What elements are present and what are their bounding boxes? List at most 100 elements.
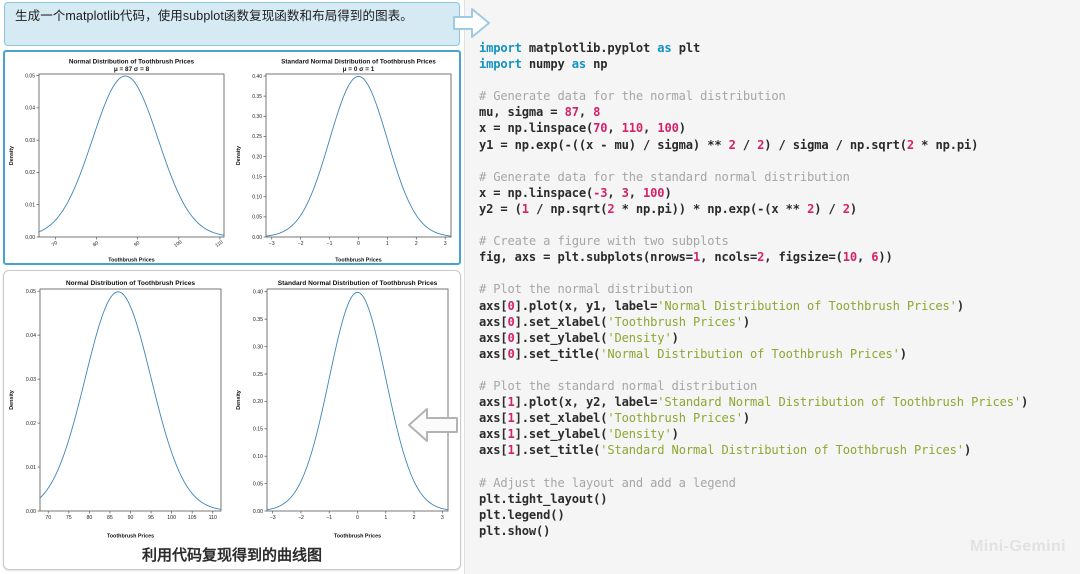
chart-title: Standard Normal Distribution of Toothbru… [281,59,436,66]
code-token: 'Toothbrush Prices' [607,314,743,329]
code-token: plt.tight_layout() [479,491,608,506]
y-axis-label: Density [236,146,242,165]
code-panel[interactable]: import matplotlib.pyplot as plt import n… [464,0,1080,574]
code-token: 'Standard Normal Distribution of Toothbr… [600,443,964,458]
x-tick-label: 80 [92,240,100,248]
y-tick-label: 0.00 [25,235,35,241]
code-token: # Generate data for the normal distribut… [479,89,786,104]
x-axis-label: Toothbrush Prices [108,258,154,264]
arrow-right-icon [452,6,492,45]
code-token: axs[ [479,298,508,313]
x-tick-label: −2 [298,241,304,247]
code-token: / [735,137,758,152]
code-token: ) [678,121,686,136]
y-tick-label: 0.02 [26,421,36,427]
code-token: ) / [814,201,843,216]
x-tick-label: 105 [188,515,197,521]
code-token: 1 [507,427,515,442]
y-tick-label: 0.25 [253,372,263,378]
chart-top-right: −3 −2 −1 0 1 2 3 0.00 0.05 0.10 0.15 0.20 0.25 0.30 0.… [236,59,452,263]
code-token: ) [899,346,907,361]
code-token: 1 [507,443,515,458]
code-token: ) [671,330,679,345]
x-tick-label: −2 [298,515,304,521]
code-token: ].set_xlabel( [514,314,608,329]
y-tick-label: 0.04 [26,333,36,339]
x-axis-label: Toothbrush Prices [107,534,154,540]
x-tick-label: 100 [173,239,183,249]
x-tick-label: 85 [107,515,113,521]
code-token: ].plot(x, y2, label= [514,395,658,410]
code-token: ) [849,201,858,216]
chart-title: Normal Distribution of Toothbrush Prices [66,280,196,287]
code-token: , [607,185,622,200]
chart-container-top-left: 70 80 90 100 110 0.00 0.01 0.02 0.03 0.04 0.05 Toot… [5,52,232,264]
y-tick-label: 0.15 [252,174,262,180]
code-token: 'Normal Distribution of Toothbrush Price… [657,298,957,313]
x-tick-label: 0 [356,515,359,521]
code-token: 'Density' [607,330,672,345]
code-token: axs[ [479,330,508,345]
prompt-bubble: 生成一个matplotlib代码，使用subplot函数复现函数和布局得到的图表… [4,2,460,46]
code-token: 1 [507,395,515,410]
code-token: 100 [643,185,665,200]
figure-caption: 利用代码复现得到的曲线图 [141,547,322,564]
code-token: , figsize=( [764,250,843,265]
code-token: x = np.linspace( [479,121,594,136]
code-token: ) [963,443,972,458]
code-token: 'Standard Normal Distribution of Toothbr… [657,395,1021,410]
code-token: ) [1020,395,1029,410]
code-token: * np.pi)) * np.exp(-(x ** [614,201,808,216]
code-token: 0 [507,298,515,313]
code-token: ].set_ylabel( [514,427,608,442]
x-tick-label: 75 [66,515,72,521]
reproduced-figure-panel: 70 75 80 85 90 95 100 105 110 0.00 0.01 0.02 0.03 0.0… [3,270,461,570]
code-token: plt [671,41,701,55]
code-token: , [578,105,594,120]
y-tick-label: 0.35 [253,317,263,323]
code-token: * np.pi) [914,137,979,152]
code-token: x = np.linspace( [479,185,594,200]
code-token: axs[ [479,443,508,458]
arrow-left-icon [405,405,460,450]
left-column: 生成一个matplotlib代码，使用subplot函数复现函数和布局得到的图表… [0,0,464,574]
code-token: ].set_xlabel( [514,411,608,426]
code-token: import [479,57,522,72]
code-token: np [585,57,608,72]
code-token: 1 [521,201,529,216]
code-token: plt.legend() [479,507,565,522]
x-tick-label: 2 [415,241,418,247]
y-tick-label: 0.05 [252,215,262,221]
y-tick-label: 0.03 [26,377,36,383]
x-tick-label: −1 [327,241,333,247]
code-token: ].set_ylabel( [514,330,608,345]
code-scroll-area[interactable]: import matplotlib.pyplot as plt import n… [465,0,1075,574]
code-token: , [628,185,644,200]
x-tick-label: 2 [413,515,416,521]
code-token: ].set_title( [514,443,601,458]
code-token: ) [742,314,751,329]
chart-plot-frame [38,73,225,238]
code-token: axs[ [479,314,508,329]
code-token: 0 [507,314,515,329]
x-tick-label: −1 [326,515,332,521]
chart-plot-frame [39,288,222,512]
y-tick-label: 0.05 [26,289,36,295]
code-token: # Create a figure with two subplots [479,234,729,249]
code-token: , [643,121,658,136]
x-tick-label: 95 [148,515,154,521]
code-token: # Plot the normal distribution [479,282,693,297]
x-tick-label: 70 [51,240,59,248]
reference-subplot-pair: 70 80 90 100 110 0.00 0.01 0.02 0.03 0.04 0.05 Toot… [5,52,459,263]
code-token: 87 [564,105,579,120]
code-token: , [607,121,622,136]
chart-top-left: 70 80 90 100 110 0.00 0.01 0.02 0.03 0.04 0.05 Toot… [9,59,225,264]
code-token: 10 [842,250,857,265]
chart-subtitle: μ = 0 σ = 1 [343,66,375,73]
code-token: , [857,250,872,265]
code-token: ) [671,427,679,442]
y-tick-label: 0.04 [25,106,35,112]
y-tick-label: 0.20 [253,399,263,405]
reproduced-subplot-pair: 70 75 80 85 90 95 100 105 110 0.00 0.01 0.02 0.03 0.0… [4,271,458,539]
code-token: as [571,57,586,72]
